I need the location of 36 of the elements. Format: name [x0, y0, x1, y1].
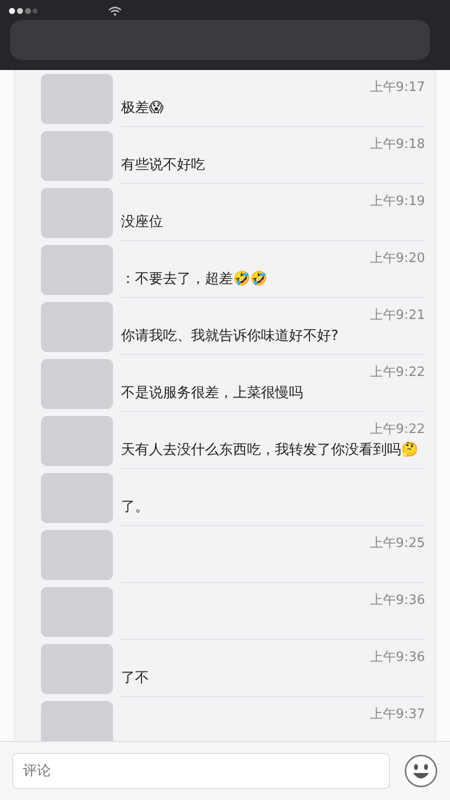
comment-time: 上午9:36: [370, 649, 425, 665]
comment-time: 上午9:37: [370, 706, 425, 722]
signal-icon: [8, 7, 38, 15]
comment-text: 了。: [121, 498, 150, 516]
redaction-scribble: [41, 302, 113, 352]
wifi-icon: [108, 6, 122, 16]
redaction-scribble: [41, 245, 113, 295]
redaction-scribble: [41, 359, 113, 409]
comment-text: 不是说服务很差，上菜很慢吗: [121, 384, 304, 402]
comment-input[interactable]: 评论: [12, 753, 390, 789]
comment-text: 没座位: [121, 213, 164, 231]
comment-text: ：不要去了，超差🤣🤣: [121, 270, 268, 288]
redaction-scribble: [41, 530, 113, 580]
smiley-icon[interactable]: [404, 754, 438, 788]
comment-time: 上午9:21: [370, 307, 425, 323]
redaction-scribble: [41, 131, 113, 181]
comment-time: 上午9:20: [370, 250, 425, 266]
comment-time: 上午9:36: [370, 592, 425, 608]
comment-time: 上午9:22: [370, 421, 425, 437]
comment-text: 天有人去没什么东西吃，我转发了你没看到吗🤔: [121, 441, 419, 459]
redaction-scribble: [41, 188, 113, 238]
redaction-scribble: [41, 473, 113, 523]
comment-text: 了不: [121, 669, 150, 687]
comment-time: 上午9:17: [370, 79, 425, 95]
comment-time: 上午9:25: [370, 535, 425, 551]
comment-text: 极差😱: [121, 99, 165, 117]
comment-time: 上午9:22: [370, 364, 425, 380]
redaction-scribble: [41, 701, 113, 741]
comment-time: 上午9:19: [370, 193, 425, 209]
comment-text: 有些说不好吃: [121, 156, 206, 174]
comment-text: 你请我吃、我就告诉你味道好不好?: [121, 327, 340, 345]
redaction-scribble: [41, 587, 113, 637]
redaction-scribble: [41, 644, 113, 694]
redaction-scribble: [41, 74, 113, 124]
redaction-scribble: [41, 416, 113, 466]
comment-time: 上午9:18: [370, 136, 425, 152]
